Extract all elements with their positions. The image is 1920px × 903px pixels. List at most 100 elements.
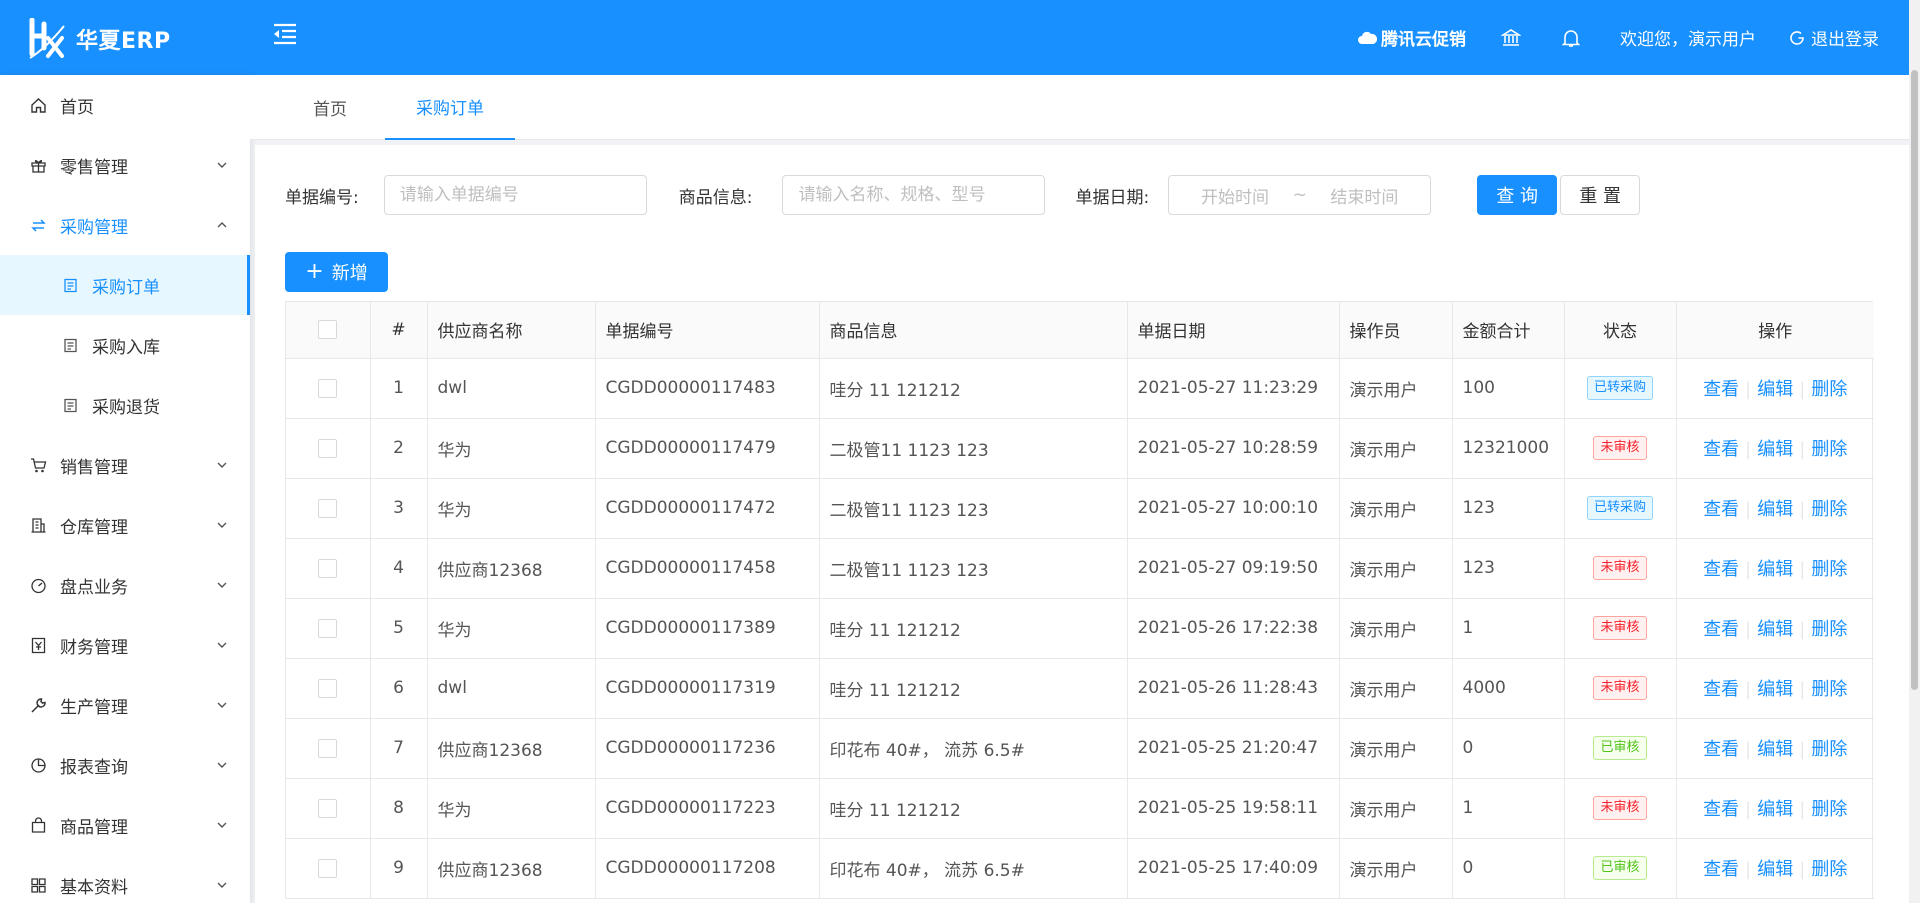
delete-link[interactable]: 删除 <box>1811 379 1847 400</box>
row-checkbox[interactable] <box>318 798 338 818</box>
table-row[interactable]: 3 华为 CGDD00000117472 二极管11 1123 123 2021… <box>286 478 1874 539</box>
edit-link[interactable]: 编辑 <box>1757 859 1793 880</box>
bank-icon[interactable] <box>1500 27 1522 49</box>
delete-link[interactable]: 删除 <box>1811 859 1847 880</box>
sidebar-item-retail[interactable]: 零售管理 <box>0 135 250 195</box>
welcome-user[interactable]: 欢迎您，演示用户 <box>1620 25 1756 50</box>
sidebar-item-reports[interactable]: 报表查询 <box>0 735 250 795</box>
view-link[interactable]: 查看 <box>1703 499 1739 520</box>
column-header: 商品信息 <box>819 302 1128 359</box>
view-link[interactable]: 查看 <box>1703 559 1739 580</box>
bill-no-input[interactable] <box>383 175 647 215</box>
sidebar-item-warehouse[interactable]: 仓库管理 <box>0 495 250 555</box>
view-link[interactable]: 查看 <box>1703 619 1739 640</box>
tab-home[interactable]: 首页 <box>285 75 375 140</box>
cloud-icon <box>1358 31 1377 44</box>
status-cell: 未审核 <box>1564 598 1677 659</box>
row-checkbox[interactable] <box>318 858 338 878</box>
vertical-scrollbar[interactable] <box>1909 0 1920 903</box>
row-checkbox[interactable] <box>318 618 338 638</box>
table-row[interactable]: 6 dwl CGDD00000117319 哇分 11 121212 2021-… <box>286 658 1874 719</box>
row-checkbox[interactable] <box>318 438 338 458</box>
sidebar-item-production[interactable]: 生产管理 <box>0 675 250 735</box>
table-row[interactable]: 9 供应商12368 CGDD00000117208 印花布 40#， 流苏 6… <box>286 838 1874 899</box>
view-link[interactable]: 查看 <box>1703 799 1739 820</box>
edit-link[interactable]: 编辑 <box>1757 559 1793 580</box>
status-cell: 未审核 <box>1564 658 1677 719</box>
edit-link[interactable]: 编辑 <box>1757 799 1793 820</box>
view-link[interactable]: 查看 <box>1703 379 1739 400</box>
table-row[interactable]: 5 华为 CGDD00000117389 哇分 11 121212 2021-0… <box>286 598 1874 659</box>
row-checkbox[interactable] <box>318 738 338 758</box>
delete-link[interactable]: 删除 <box>1811 619 1847 640</box>
select-all-cell <box>286 302 371 359</box>
edit-link[interactable]: 编辑 <box>1757 379 1793 400</box>
delete-link[interactable]: 删除 <box>1811 679 1847 700</box>
sidebar-item-finance[interactable]: 财务管理 <box>0 615 250 675</box>
row-checkbox[interactable] <box>318 678 338 698</box>
edit-link[interactable]: 编辑 <box>1757 439 1793 460</box>
bill-number: CGDD00000117458 <box>595 538 820 599</box>
view-link[interactable]: 查看 <box>1703 679 1739 700</box>
app-logo[interactable]: 华夏ERP <box>28 18 171 60</box>
row-select-cell <box>286 658 371 719</box>
scrollbar-thumb[interactable] <box>1911 70 1918 690</box>
supplier-name: 华为 <box>427 598 596 659</box>
delete-link[interactable]: 删除 <box>1811 499 1847 520</box>
doc-icon <box>60 395 80 415</box>
row-number: 6 <box>370 658 428 719</box>
row-checkbox[interactable] <box>318 498 338 518</box>
sidebar-item-home[interactable]: 首页 <box>0 75 250 135</box>
total-amount: 123 <box>1452 538 1565 599</box>
table-row[interactable]: 8 华为 CGDD00000117223 哇分 11 121212 2021-0… <box>286 778 1874 839</box>
total-amount: 1 <box>1452 598 1565 659</box>
table-row[interactable]: 2 华为 CGDD00000117479 二极管11 1123 123 2021… <box>286 418 1874 479</box>
view-link[interactable]: 查看 <box>1703 739 1739 760</box>
view-link[interactable]: 查看 <box>1703 439 1739 460</box>
table-header-row: # 供应商名称 单据编号 商品信息 单据日期 操作员 金额合计 状态 操作 <box>286 302 1874 359</box>
goods-input[interactable] <box>782 175 1046 215</box>
table-row[interactable]: 1 dwl CGDD00000117483 哇分 11 121212 2021-… <box>286 358 1874 419</box>
delete-link[interactable]: 删除 <box>1811 439 1847 460</box>
sidebar-item-sales[interactable]: 销售管理 <box>0 435 250 495</box>
delete-link[interactable]: 删除 <box>1811 799 1847 820</box>
sidebar-item-purchase-return[interactable]: 采购退货 <box>0 375 250 435</box>
chevron-down-icon <box>217 702 227 708</box>
table-row[interactable]: 7 供应商12368 CGDD00000117236 印花布 40#， 流苏 6… <box>286 718 1874 779</box>
edit-link[interactable]: 编辑 <box>1757 499 1793 520</box>
sidebar-item-label: 仓库管理 <box>60 517 128 538</box>
bell-icon[interactable] <box>1560 27 1582 49</box>
view-link[interactable]: 查看 <box>1703 859 1739 880</box>
sidebar-item-purchase-in[interactable]: 采购入库 <box>0 315 250 375</box>
row-number: 1 <box>370 358 428 419</box>
table-row[interactable]: 4 供应商12368 CGDD00000117458 二极管11 1123 12… <box>286 538 1874 599</box>
goods-info: 二极管11 1123 123 <box>819 478 1128 539</box>
goods-info: 印花布 40#， 流苏 6.5# <box>819 718 1128 779</box>
chevron-down-icon <box>217 822 227 828</box>
sidebar-item-goods[interactable]: 商品管理 <box>0 795 250 855</box>
sidebar-item-basic-data[interactable]: 基本资料 <box>0 855 250 903</box>
delete-link[interactable]: 删除 <box>1811 559 1847 580</box>
add-button[interactable]: + 新增 <box>285 252 388 292</box>
date-range-picker[interactable]: 开始时间 ~ 结束时间 <box>1168 175 1432 215</box>
edit-link[interactable]: 编辑 <box>1757 679 1793 700</box>
sidebar-item-purchase-order[interactable]: 采购订单 <box>0 255 250 315</box>
pie-icon <box>28 755 48 775</box>
delete-link[interactable]: 删除 <box>1811 739 1847 760</box>
promo-link[interactable]: 腾讯云促销 <box>1357 25 1466 50</box>
edit-link[interactable]: 编辑 <box>1757 739 1793 760</box>
sidebar-item-stocktake[interactable]: 盘点业务 <box>0 555 250 615</box>
query-button[interactable]: 查 询 <box>1477 175 1558 215</box>
row-checkbox[interactable] <box>318 378 338 398</box>
dashboard-icon <box>28 575 48 595</box>
date-separator: ~ <box>1292 185 1307 205</box>
menu-fold-icon[interactable] <box>272 22 302 50</box>
logout-button[interactable]: 退出登录 <box>1790 25 1879 50</box>
sidebar-item-purchase[interactable]: 采购管理 <box>0 195 250 255</box>
tab-purchase-order[interactable]: 采购订单 <box>385 75 515 140</box>
select-all-checkbox[interactable] <box>318 320 338 340</box>
row-checkbox[interactable] <box>318 558 338 578</box>
sidebar-item-label: 财务管理 <box>60 637 128 658</box>
edit-link[interactable]: 编辑 <box>1757 619 1793 640</box>
reset-button[interactable]: 重 置 <box>1560 175 1641 215</box>
